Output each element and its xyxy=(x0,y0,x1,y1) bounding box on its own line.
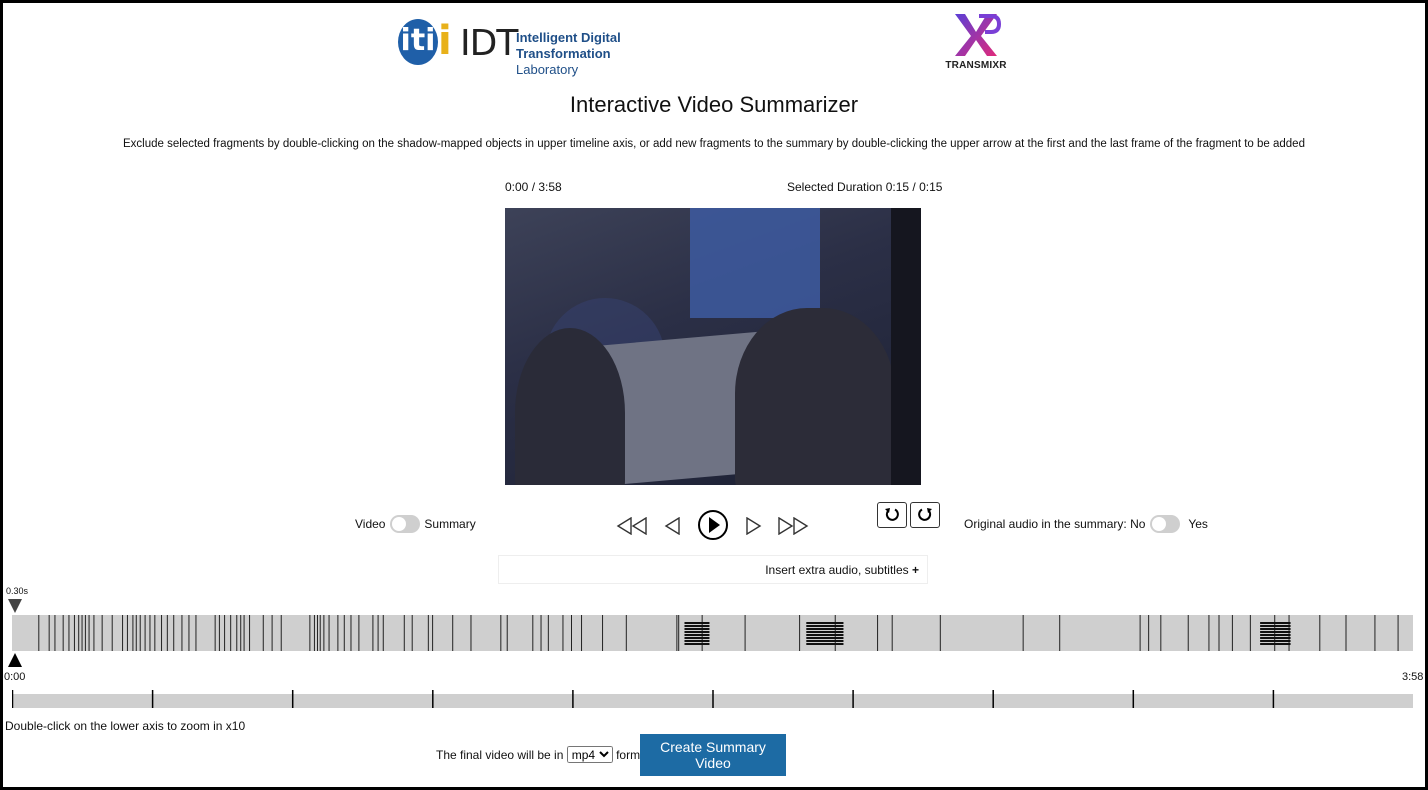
lab-name-line2: Laboratory xyxy=(516,62,579,77)
transmixr-logo: TRANSMIXR xyxy=(945,12,1007,74)
insert-label: Insert extra audio, subtitles xyxy=(765,563,909,577)
insert-extra-button[interactable]: Insert extra audio, subtitles + xyxy=(498,555,928,584)
format-select[interactable]: mp4webm xyxy=(566,746,613,763)
playback-controls xyxy=(616,506,812,544)
mode-summary-label: Summary xyxy=(424,517,476,531)
summary-timeline-marks xyxy=(38,615,1399,651)
zoom-hint: Double-click on the lower axis to zoom i… xyxy=(5,719,246,733)
original-audio-toggle[interactable] xyxy=(1149,515,1180,533)
undo-button[interactable] xyxy=(877,502,907,528)
lab-name-line1: Intelligent Digital Transformation xyxy=(516,30,621,61)
zoom-axis-ticks xyxy=(12,690,1275,708)
xr-logo-icon xyxy=(955,14,1001,56)
selected-duration: Selected Duration 0:15 / 0:15 xyxy=(787,180,943,194)
step-forward-icon[interactable] xyxy=(744,516,762,540)
idt-logo-text: IDT xyxy=(460,23,518,64)
audio-yes-label: Yes xyxy=(1188,517,1208,531)
instructions-text: Exclude selected fragments by double-cli… xyxy=(123,138,1305,150)
play-icon[interactable] xyxy=(697,507,729,548)
format-selector-row: The final video will be in mp4webm forma… xyxy=(436,746,653,763)
page-title: Interactive Video Summarizer xyxy=(569,92,859,117)
format-prefix: The final video will be in xyxy=(436,748,564,762)
time-display: 0:00 / 3:58 xyxy=(505,180,562,194)
fast-backward-icon[interactable] xyxy=(616,516,648,540)
timeline-start-label: 0:00 xyxy=(4,671,26,683)
audio-toggle-label: Original audio in the summary: No xyxy=(964,517,1146,531)
marker-down-arrow-icon[interactable] xyxy=(7,598,23,614)
step-backward-icon[interactable] xyxy=(664,516,682,540)
iti-logo-i-icon: i xyxy=(438,18,452,64)
timeline-end-label: 3:58 xyxy=(1402,671,1424,683)
redo-icon xyxy=(918,508,932,521)
timeline-fragment-block[interactable] xyxy=(684,622,710,645)
playhead-up-arrow-icon[interactable] xyxy=(7,652,23,668)
video-summary-toggle[interactable] xyxy=(389,515,420,533)
transmixr-logo-text: TRANSMIXR xyxy=(945,60,1007,71)
fast-forward-icon[interactable] xyxy=(777,516,811,540)
iti-logo-mark: iti xyxy=(398,19,438,65)
video-player[interactable] xyxy=(505,208,921,485)
audio-toggle-group: Original audio in the summary: No Yes xyxy=(964,515,1208,533)
create-summary-button[interactable]: Create Summary Video xyxy=(640,734,786,776)
iti-idt-logo: iti i IDT Intelligent Digital Transforma… xyxy=(396,16,702,77)
lab-name: Intelligent Digital Transformation Labor… xyxy=(516,30,702,78)
mode-toggle-group: Video Summary xyxy=(355,515,476,533)
timeline-fragment-block[interactable] xyxy=(806,622,844,645)
timeline-fragment-block[interactable] xyxy=(1260,622,1291,645)
plus-icon: + xyxy=(911,563,919,577)
marker-time-label: 0.30s xyxy=(6,586,29,596)
redo-button[interactable] xyxy=(910,502,940,528)
undo-icon xyxy=(885,508,899,521)
mode-video-label: Video xyxy=(355,517,386,531)
summary-timeline[interactable] xyxy=(12,615,1413,651)
